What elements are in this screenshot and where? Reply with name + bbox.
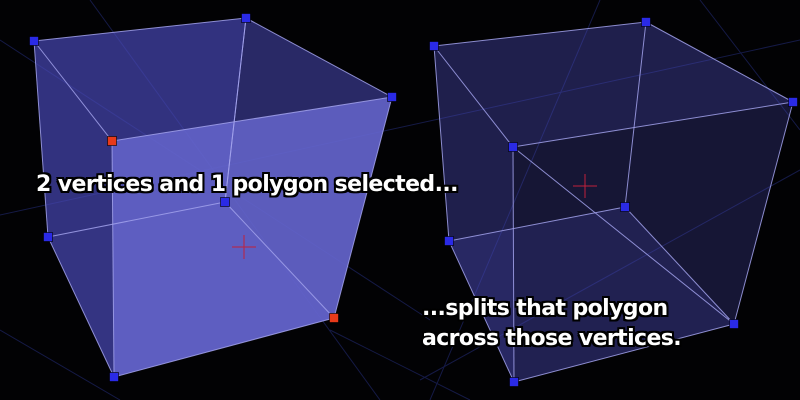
vertex [620, 202, 630, 212]
caption-after-line-1: ...splits that polygon [422, 296, 668, 321]
caption-before: 2 vertices and 1 polygon selected... [36, 172, 458, 197]
vertex [387, 92, 397, 102]
vertex [429, 41, 439, 51]
caption-after: ...splits that polygon across those vert… [422, 294, 682, 354]
vertex [729, 319, 739, 329]
vertex [508, 142, 518, 152]
viewport: 2 vertices and 1 polygon selected... ...… [0, 0, 800, 400]
vertex [788, 97, 798, 107]
selected-vertex [329, 313, 339, 323]
vertex [509, 377, 519, 387]
vertex [109, 372, 119, 382]
vertex [43, 232, 53, 242]
vertex [241, 13, 251, 23]
caption-after-line-2: across those vertices. [422, 326, 682, 351]
face-selected [112, 97, 392, 377]
vertex [444, 236, 454, 246]
vertex [29, 36, 39, 46]
selected-vertex [107, 136, 117, 146]
vertex [641, 17, 651, 27]
